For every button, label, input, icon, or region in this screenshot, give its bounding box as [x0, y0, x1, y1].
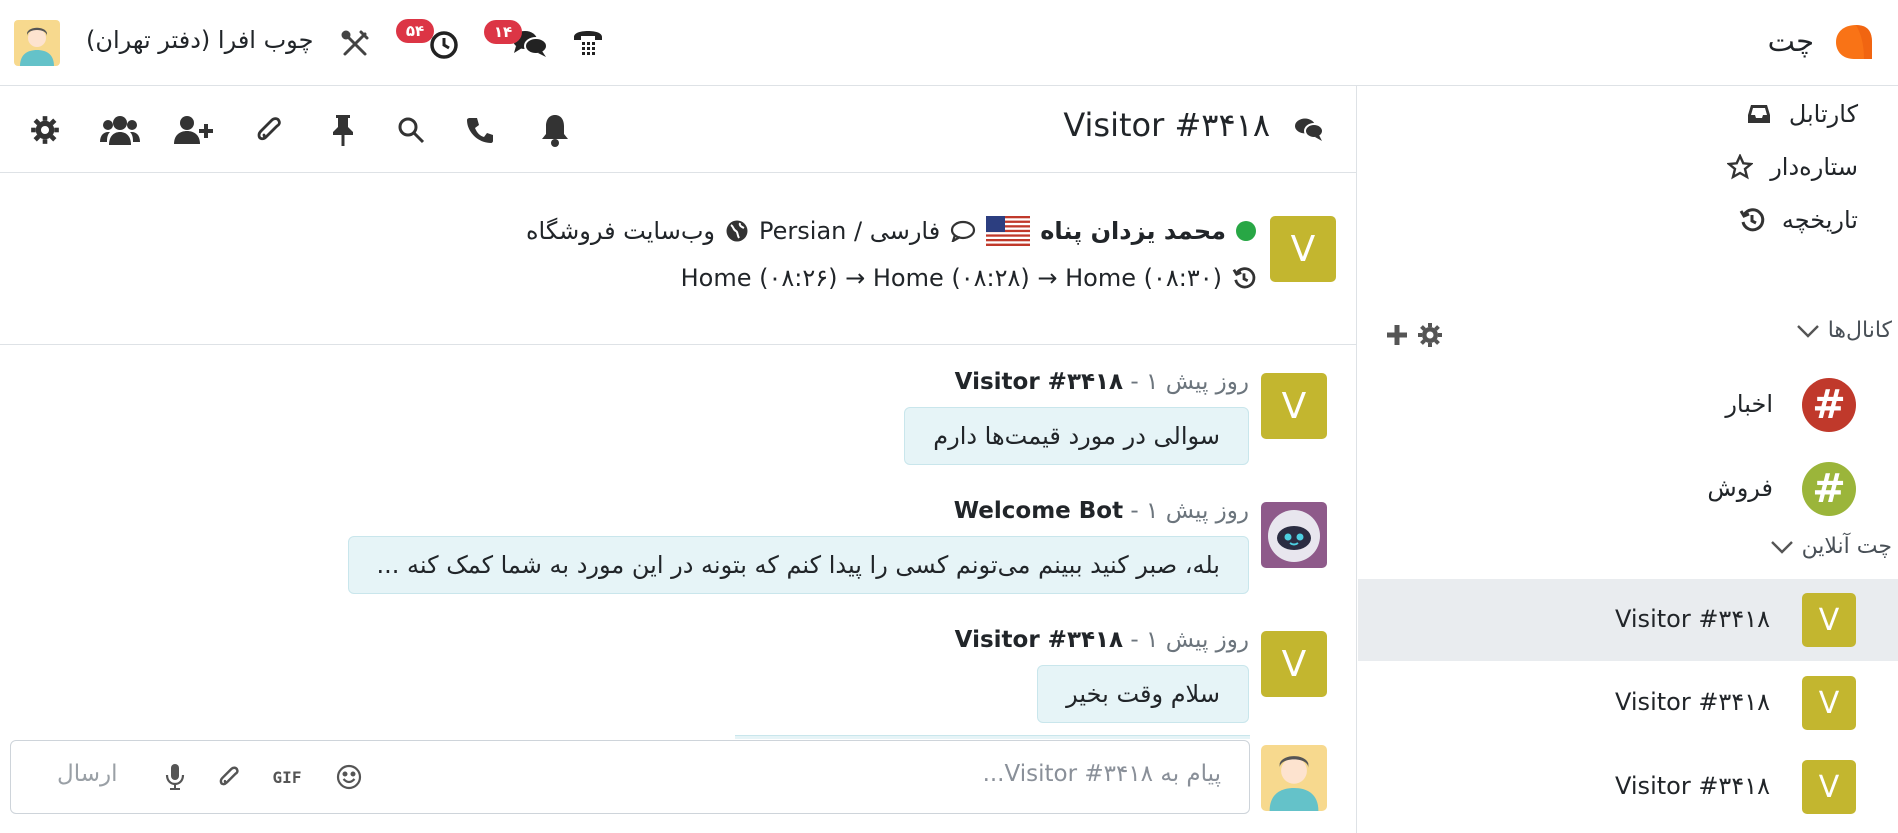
call-icon[interactable]	[460, 110, 500, 150]
message-author: Visitor #۳۴۱۸	[954, 627, 1124, 653]
star-icon	[1726, 153, 1754, 181]
next-message-peek	[735, 735, 1250, 739]
livechat-item[interactable]: V Visitor #۳۴۱۸	[1358, 579, 1898, 661]
message-header: Visitor #۳۴۱۸ - ۱ روز پیش	[955, 369, 1249, 395]
message-bubble: سلام وقت بخیر	[1037, 665, 1249, 723]
channel-item-sales[interactable]: # فروش	[1358, 448, 1898, 530]
channel-name: فروش	[1707, 474, 1773, 502]
livechat-item[interactable]: V Visitor #۳۴۱۸	[1358, 662, 1898, 744]
thread-header: Visitor #۳۴۱۸	[0, 86, 1356, 173]
message-bubble: بله، صبر کنید ببینم می‌تونم کسی را پیدا …	[347, 536, 1249, 594]
gear-icon[interactable]	[25, 110, 65, 150]
sidebar-item-label: تاریخچه	[1781, 206, 1858, 234]
add-channel-icon[interactable]	[1385, 323, 1409, 347]
history-icon	[1232, 266, 1256, 290]
visitor-banner: V محمد یزدان پناه Persian / فارسی وب‌سای…	[0, 174, 1356, 345]
visitor-avatar: V	[1802, 676, 1856, 730]
visitor-avatar: V	[1261, 373, 1327, 439]
sidebar: کارتابل ستاره‌دار تاریخچه کانال‌ها # اخب…	[1356, 86, 1898, 833]
visitor-website: وب‌سایت فروشگاه	[525, 217, 716, 245]
company-switcher[interactable]: چوب افرا (دفتر تهران)	[86, 26, 313, 54]
top-navbar: چت ۱۴ ۵۴ چوب افرا (دفتر تهران)	[0, 0, 1898, 86]
comment-icon	[950, 220, 976, 242]
us-flag-icon	[986, 216, 1031, 246]
livechat-item[interactable]: V Visitor #۳۴۱۸	[1358, 746, 1898, 828]
visitor-info: محمد یزدان پناه Persian / فارسی وب‌سایت …	[526, 216, 1256, 246]
phone-icon[interactable]	[566, 22, 610, 66]
sidebar-item-label: ستاره‌دار	[1770, 153, 1858, 181]
current-user-avatar	[1261, 745, 1327, 811]
message-author: Welcome Bot	[953, 498, 1124, 524]
activity-badge: ۵۴	[396, 19, 434, 43]
hashtag-icon: #	[1802, 378, 1856, 432]
channel-name: اخبار	[1725, 390, 1773, 418]
sidebar-item-label: کارتابل	[1788, 100, 1858, 128]
message-header: Visitor #۳۴۱۸ - ۱ روز پیش	[955, 627, 1249, 653]
message-date: - ۱ روز پیش	[1123, 369, 1249, 395]
microphone-icon[interactable]	[157, 759, 193, 795]
channels-header-label: کانال‌ها	[1827, 318, 1892, 343]
livechat-header-label: چت آنلاین	[1801, 534, 1892, 559]
livechat-label: Visitor #۳۴۱۸	[1615, 772, 1770, 800]
visitor-history: Home (۰۸:۲۶) → Home (۰۸:۲۸) → Home (۰۸:۳…	[681, 264, 1256, 292]
livechat-label: Visitor #۳۴۱۸	[1615, 688, 1770, 716]
attachment-icon[interactable]	[211, 759, 247, 795]
composer: پیام به Visitor #۳۴۱۸... GIF ارسال	[10, 740, 1250, 814]
online-status-icon	[1236, 221, 1256, 241]
tools-icon[interactable]	[333, 22, 377, 66]
visitor-avatar: V	[1802, 760, 1856, 814]
visitor-avatar: V	[1802, 593, 1856, 647]
search-icon[interactable]	[391, 110, 431, 150]
chevron-down-icon	[1796, 323, 1820, 339]
history-icon	[1738, 206, 1766, 234]
visitor-avatar: V	[1261, 631, 1327, 697]
message-date: - ۱ روز پیش	[1123, 627, 1249, 653]
channel-item-news[interactable]: # اخبار	[1358, 364, 1898, 446]
sidebar-item-inbox[interactable]: کارتابل	[1745, 100, 1858, 128]
app-logo-icon[interactable]	[1834, 22, 1874, 62]
hashtag-icon: #	[1802, 462, 1856, 516]
messages-badge: ۱۴	[484, 20, 522, 44]
sidebar-item-starred[interactable]: ستاره‌دار	[1726, 153, 1858, 181]
chat-bubbles-icon	[1294, 116, 1324, 142]
add-user-icon[interactable]	[173, 110, 213, 150]
sidebar-item-history[interactable]: تاریخچه	[1738, 206, 1858, 234]
paperclip-icon[interactable]	[249, 110, 289, 150]
inbox-icon	[1745, 100, 1773, 128]
user-avatar[interactable]	[14, 20, 60, 66]
message-header: Welcome Bot - ۱ روز پیش	[954, 498, 1249, 524]
globe-icon	[725, 219, 749, 243]
message-bubble: سوالی در مورد قیمت‌ها دارم	[904, 407, 1249, 465]
app-name[interactable]: چت	[1768, 24, 1814, 58]
chevron-down-icon	[1770, 539, 1794, 555]
channels-header[interactable]: کانال‌ها	[1796, 318, 1892, 343]
visitor-language: Persian / فارسی	[759, 217, 941, 245]
message-date: - ۱ روز پیش	[1123, 498, 1249, 524]
visitor-avatar: V	[1270, 216, 1336, 282]
thread-title[interactable]: Visitor #۳۴۱۸	[1063, 106, 1270, 144]
members-icon[interactable]	[100, 110, 140, 150]
message-input[interactable]: پیام به Visitor #۳۴۱۸...	[983, 761, 1221, 787]
pin-icon[interactable]	[323, 110, 363, 150]
livechat-label: Visitor #۳۴۱۸	[1615, 605, 1770, 633]
message-author: Visitor #۳۴۱۸	[954, 369, 1124, 395]
livechat-header[interactable]: چت آنلاین	[1770, 534, 1892, 559]
bot-avatar	[1261, 502, 1327, 568]
bell-icon[interactable]	[535, 110, 575, 150]
emoji-icon[interactable]	[331, 759, 367, 795]
page-history: Home (۰۸:۲۶) → Home (۰۸:۲۸) → Home (۰۸:۳…	[680, 264, 1222, 292]
gif-button[interactable]: GIF	[269, 759, 305, 795]
visitor-name: محمد یزدان پناه	[1040, 217, 1226, 245]
channel-settings-icon[interactable]	[1417, 322, 1443, 348]
send-button[interactable]: ارسال	[57, 761, 118, 787]
